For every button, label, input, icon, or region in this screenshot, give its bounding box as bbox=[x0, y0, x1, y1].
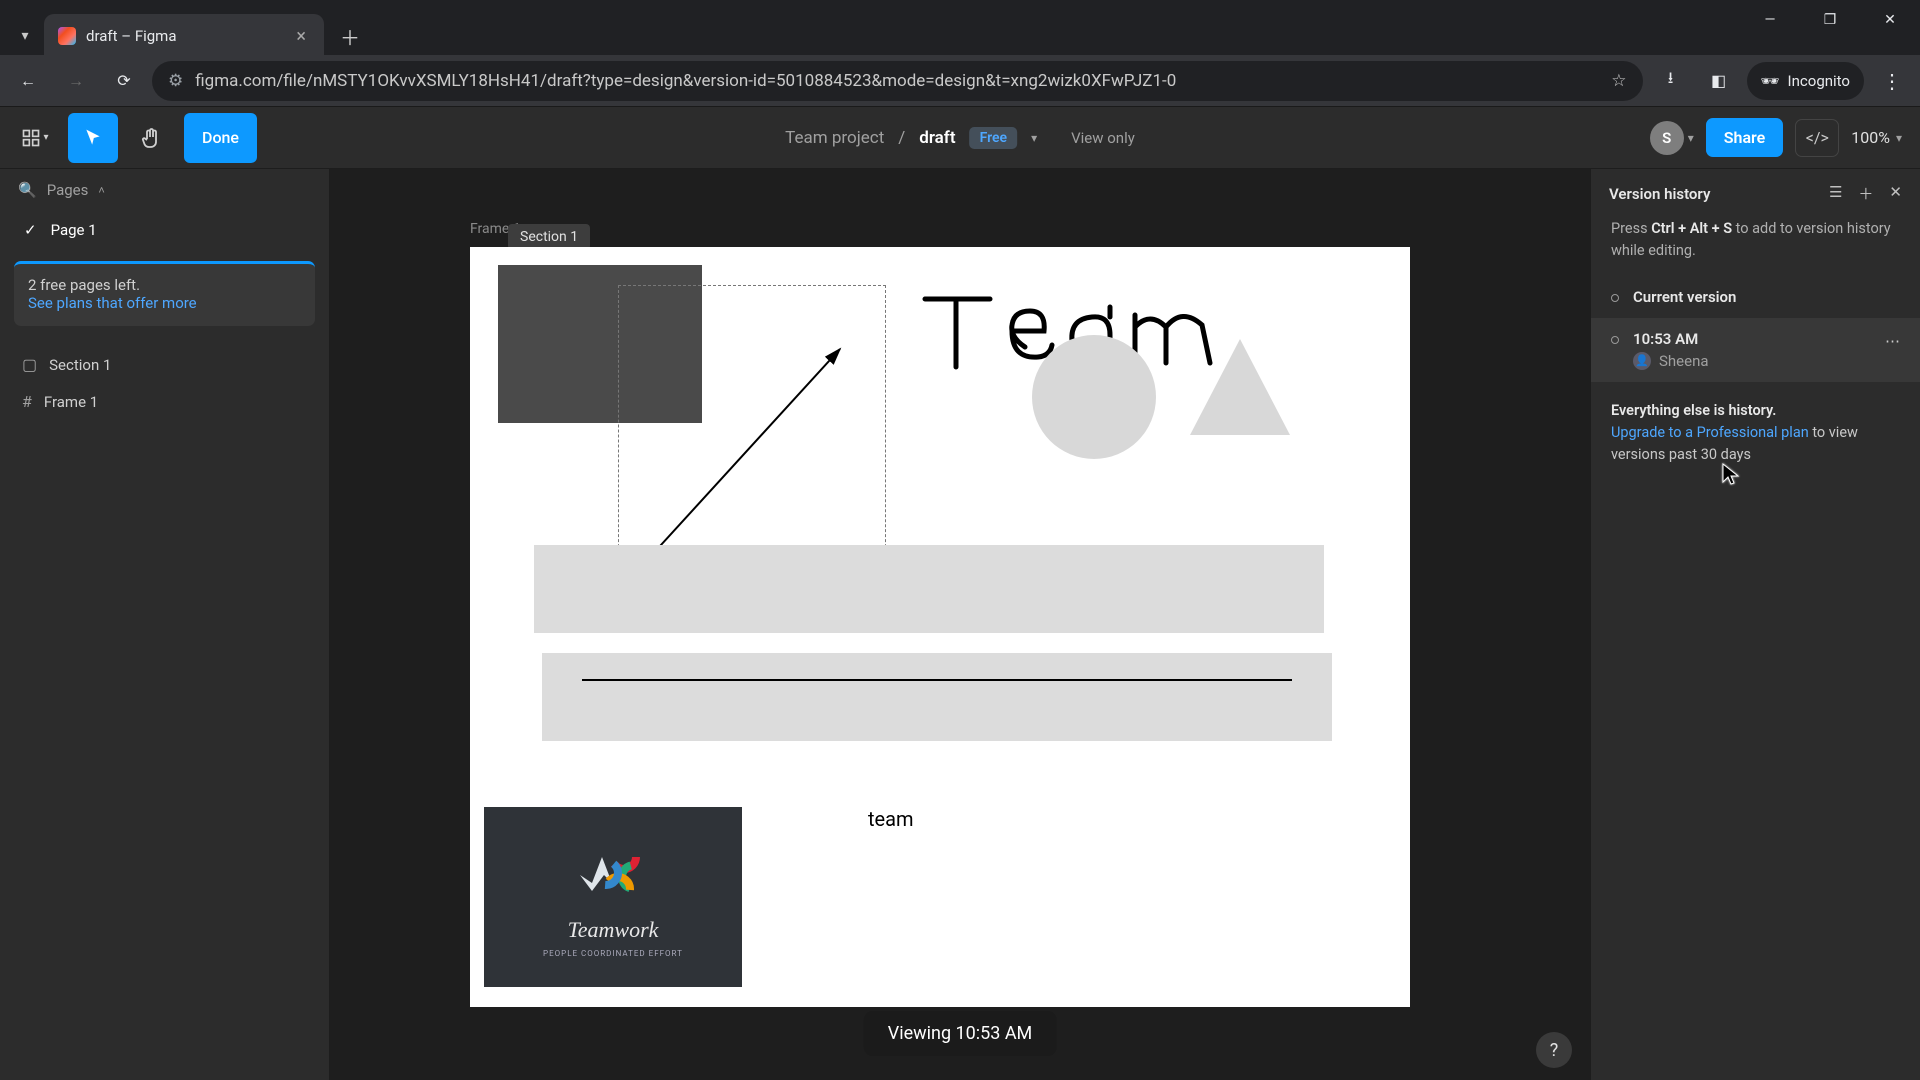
incognito-icon: 🕶 bbox=[1761, 72, 1780, 90]
nav-forward-button[interactable]: → bbox=[56, 61, 96, 101]
done-button[interactable]: Done bbox=[184, 113, 257, 163]
shape-line[interactable] bbox=[582, 679, 1292, 681]
new-tab-button[interactable]: ＋ bbox=[326, 22, 374, 51]
tab-title: draft – Figma bbox=[86, 27, 177, 45]
author-avatar-icon: 👤 bbox=[1633, 352, 1651, 370]
window-close-button[interactable]: ✕ bbox=[1860, 0, 1920, 40]
shape-triangle[interactable] bbox=[1190, 339, 1290, 435]
share-button[interactable]: Share bbox=[1706, 118, 1784, 157]
shape-bar[interactable] bbox=[534, 545, 1324, 633]
pages-header[interactable]: 🔍 Pages ˄ bbox=[0, 169, 329, 211]
nav-back-button[interactable]: ← bbox=[8, 61, 48, 101]
version-author: Sheena bbox=[1659, 352, 1709, 370]
artboard[interactable]: team Teamwork PEOPLE COORDINATED EFFORT bbox=[470, 247, 1410, 1007]
panel-title: Version history bbox=[1609, 185, 1710, 203]
section-icon: ▢ bbox=[22, 355, 37, 374]
window-minimize-button[interactable]: ― bbox=[1740, 0, 1800, 40]
image-node[interactable]: Teamwork PEOPLE COORDINATED EFFORT bbox=[484, 807, 742, 987]
text-node[interactable]: team bbox=[868, 807, 914, 831]
figma-favicon-icon bbox=[58, 27, 76, 45]
image-caption: Teamwork bbox=[568, 917, 659, 943]
chevron-down-icon: ▾ bbox=[1688, 131, 1694, 145]
canvas[interactable]: Frame 1 Section 1 bbox=[330, 169, 1590, 1080]
version-history-header: Version history ☰ ＋ ✕ bbox=[1591, 169, 1920, 218]
incognito-chip[interactable]: 🕶 Incognito bbox=[1747, 62, 1865, 100]
plan-notice-card: 2 free pages left. See plans that offer … bbox=[14, 261, 315, 326]
page-item[interactable]: ✓ Page 1 bbox=[0, 211, 329, 249]
version-item-current[interactable]: Current version bbox=[1591, 276, 1920, 318]
move-tool-button[interactable] bbox=[68, 113, 118, 163]
plan-notice-text: 2 free pages left. bbox=[28, 276, 301, 294]
figma-app: ▾ Done Team project / draft Free ▾ View … bbox=[0, 107, 1920, 1080]
side-panel-button[interactable]: ◧ bbox=[1699, 61, 1739, 101]
breadcrumb-file[interactable]: draft bbox=[919, 128, 955, 148]
upsell-message: Everything else is history. Upgrade to a… bbox=[1591, 382, 1920, 485]
check-icon: ✓ bbox=[24, 221, 37, 239]
teamwork-logo-icon bbox=[568, 837, 658, 911]
shape-bar[interactable] bbox=[542, 653, 1332, 741]
figma-menu-button[interactable]: ▾ bbox=[10, 113, 60, 163]
url-input[interactable]: ⚙ figma.com/file/nMSTY1OKvvXSMLY18HsH41/… bbox=[152, 61, 1643, 101]
close-panel-button[interactable]: ✕ bbox=[1889, 183, 1902, 204]
plan-upgrade-link[interactable]: See plans that offer more bbox=[28, 294, 197, 312]
layer-item-section[interactable]: ▢ Section 1 bbox=[0, 346, 329, 383]
image-subcaption: PEOPLE COORDINATED EFFORT bbox=[543, 949, 683, 958]
filter-icon[interactable]: ☰ bbox=[1829, 183, 1842, 204]
frame-icon: # bbox=[22, 392, 32, 411]
shape-circle[interactable] bbox=[1032, 335, 1156, 459]
right-panel-version-history: Version history ☰ ＋ ✕ Press Ctrl + Alt +… bbox=[1590, 169, 1920, 1080]
incognito-label: Incognito bbox=[1788, 72, 1850, 90]
bookmark-star-icon[interactable]: ☆ bbox=[1611, 71, 1626, 91]
layer-item-frame[interactable]: # Frame 1 bbox=[0, 383, 329, 420]
shortcut-hint: Press Ctrl + Alt + S to add to version h… bbox=[1591, 218, 1920, 276]
chevron-down-icon[interactable]: ▾ bbox=[1031, 131, 1037, 145]
search-tabs-button[interactable]: ▾ bbox=[8, 19, 42, 53]
breadcrumb-project[interactable]: Team project bbox=[785, 128, 884, 148]
shape-arrow[interactable] bbox=[640, 337, 860, 567]
user-menu[interactable]: S ▾ bbox=[1650, 121, 1694, 155]
page-name: Page 1 bbox=[51, 221, 97, 239]
figma-toolbar: ▾ Done Team project / draft Free ▾ View … bbox=[0, 107, 1920, 169]
hand-tool-button[interactable] bbox=[126, 113, 176, 163]
timeline-dot-icon bbox=[1611, 336, 1619, 344]
left-panel: 🔍 Pages ˄ ✓ Page 1 2 free pages left. Se… bbox=[0, 169, 330, 1080]
timeline-dot-icon bbox=[1611, 294, 1619, 302]
pages-label: Pages bbox=[47, 181, 89, 199]
avatar: S bbox=[1650, 121, 1684, 155]
add-version-button[interactable]: ＋ bbox=[1858, 183, 1873, 204]
search-icon[interactable]: 🔍 bbox=[18, 181, 37, 199]
browser-menu-button[interactable]: ⋮ bbox=[1872, 61, 1912, 101]
layer-list: ▢ Section 1 # Frame 1 bbox=[0, 338, 329, 420]
viewing-status-pill: Viewing 10:53 AM bbox=[864, 1011, 1057, 1056]
dev-mode-button[interactable]: </> bbox=[1795, 119, 1839, 157]
url-text: figma.com/file/nMSTY1OKvvXSMLY18HsH41/dr… bbox=[195, 71, 1176, 91]
close-tab-button[interactable]: × bbox=[292, 26, 310, 47]
download-button[interactable]: ⭳ bbox=[1651, 61, 1691, 101]
breadcrumb: Team project / draft Free ▾ View only bbox=[785, 127, 1135, 149]
view-mode-label: View only bbox=[1071, 129, 1135, 147]
version-more-button[interactable]: ⋯ bbox=[1885, 330, 1900, 350]
nav-reload-button[interactable]: ⟳ bbox=[104, 61, 144, 101]
version-time: 10:53 AM bbox=[1633, 330, 1709, 348]
version-item[interactable]: 10:53 AM 👤 Sheena ⋯ bbox=[1591, 318, 1920, 382]
chevron-up-icon: ˄ bbox=[98, 184, 104, 197]
site-settings-icon[interactable]: ⚙ bbox=[168, 71, 183, 91]
help-button[interactable]: ? bbox=[1536, 1032, 1572, 1068]
browser-tab[interactable]: draft – Figma × bbox=[44, 14, 324, 58]
chevron-down-icon: ▾ bbox=[1896, 131, 1902, 145]
upgrade-link[interactable]: Upgrade to a Professional plan bbox=[1611, 424, 1809, 441]
plan-badge[interactable]: Free bbox=[970, 127, 1018, 149]
window-maximize-button[interactable]: ❐ bbox=[1800, 0, 1860, 40]
browser-tab-strip: ▾ draft – Figma × ＋ ― ❐ ✕ bbox=[0, 0, 1920, 55]
zoom-control[interactable]: 100% ▾ bbox=[1851, 128, 1910, 147]
browser-address-bar: ← → ⟳ ⚙ figma.com/file/nMSTY1OKvvXSMLY18… bbox=[0, 55, 1920, 107]
